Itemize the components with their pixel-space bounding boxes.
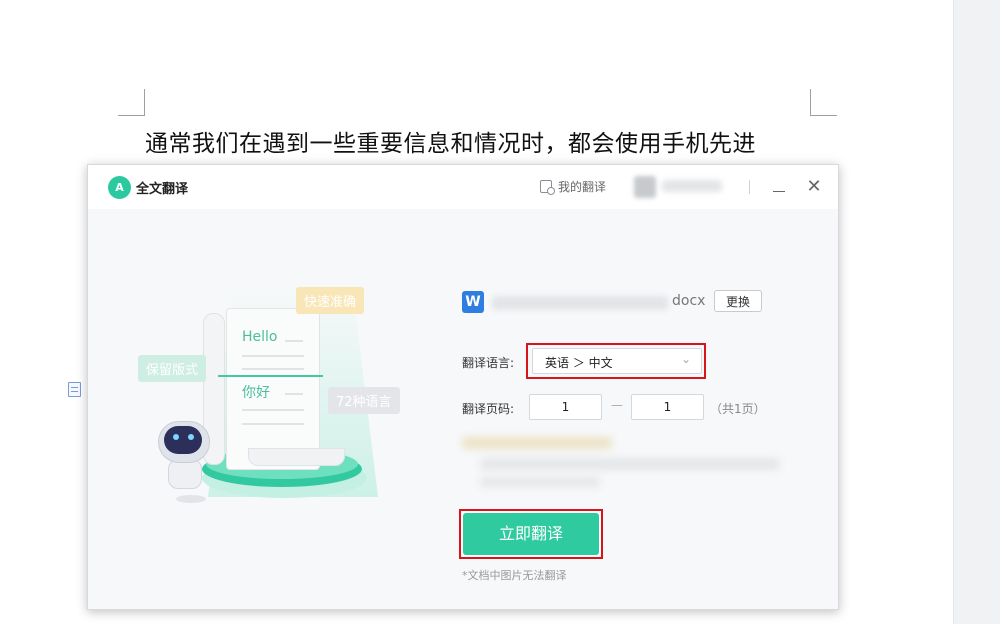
robot-body <box>168 459 202 489</box>
blurred-notice <box>480 477 600 487</box>
paper-line <box>242 368 304 370</box>
titlebar-divider <box>749 180 750 194</box>
paper-line <box>242 423 304 425</box>
robot-shadow <box>176 495 206 503</box>
illustration-hello: Hello <box>242 329 278 345</box>
paper-accent-line <box>218 375 323 377</box>
my-translations-label: 我的翻译 <box>558 180 607 194</box>
document-icon[interactable] <box>68 382 81 397</box>
image-not-translated-note: *文档中图片无法翻译 <box>462 569 567 582</box>
page-from-input[interactable] <box>529 394 602 420</box>
page-corner-marker <box>118 89 145 116</box>
illustration-nihao: 你好 <box>242 385 270 401</box>
tag-fast-accurate: 快速准确 <box>296 287 365 314</box>
page-corner-marker <box>810 89 837 116</box>
total-pages: （共1页） <box>710 402 766 416</box>
minimize-button[interactable] <box>769 177 789 197</box>
page-to-input[interactable] <box>631 394 704 420</box>
paper-curl <box>248 448 345 466</box>
tag-keep-format: 保留版式 <box>138 355 207 382</box>
dialog-titlebar: A 全文翻译 我的翻译 ✕ <box>88 165 838 209</box>
robot-eye <box>188 434 194 440</box>
file-extension: docx <box>672 293 706 309</box>
word-file-icon: W <box>462 291 484 313</box>
paper-line <box>285 393 303 395</box>
robot-eye <box>173 434 179 440</box>
full-text-translation-dialog: A 全文翻译 我的翻译 ✕ Hello 你好 快速准确 保留版式 72种语言 W… <box>87 164 839 610</box>
username-blurred <box>662 180 722 192</box>
document-text-line: 通常我们在遇到一些重要信息和情况时，都会使用手机先进 <box>145 131 756 157</box>
tag-72-languages: 72种语言 <box>328 387 400 414</box>
avatar[interactable] <box>634 176 656 198</box>
chevron-down-icon: ⌄ <box>680 352 691 366</box>
right-side-panel <box>953 0 1000 624</box>
dialog-title: 全文翻译 <box>136 182 189 197</box>
page-range-separator: — <box>611 398 623 412</box>
change-file-button[interactable]: 更换 <box>714 290 762 312</box>
file-name-blurred <box>492 296 668 310</box>
robot-face <box>164 426 202 454</box>
page-range-label: 翻译页码: <box>462 402 515 416</box>
translate-now-button[interactable]: 立即翻译 <box>463 513 599 555</box>
my-translations-link[interactable]: 我的翻译 <box>540 178 606 195</box>
language-select[interactable]: 英语 ＞ 中文 ⌄ <box>532 348 702 374</box>
blurred-notice <box>480 458 780 470</box>
translation-illustration: Hello 你好 快速准确 保留版式 72种语言 <box>128 273 418 513</box>
paper-line <box>242 355 304 357</box>
translate-app-icon: A <box>108 176 131 199</box>
paper-line <box>285 340 303 342</box>
paper-line <box>242 409 304 411</box>
blurred-notice <box>462 437 612 449</box>
close-button[interactable]: ✕ <box>804 177 824 197</box>
history-icon <box>540 180 555 195</box>
language-select-value: 英语 ＞ 中文 <box>545 356 613 370</box>
translate-language-label: 翻译语言: <box>462 356 515 370</box>
